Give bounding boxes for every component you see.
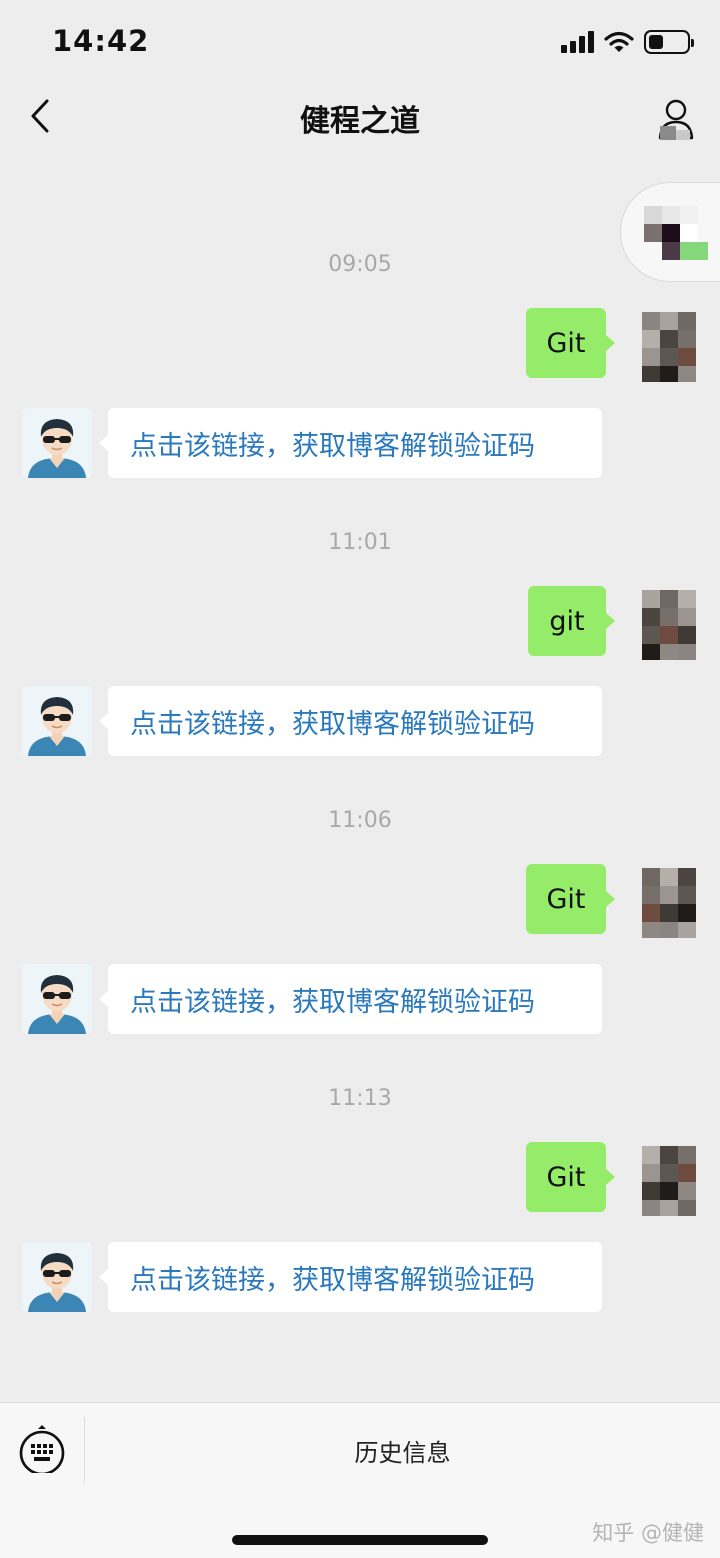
- sent-message-bubble[interactable]: Git: [526, 864, 615, 934]
- received-link-message[interactable]: 点击该链接，获取博客解锁验证码: [99, 1242, 602, 1312]
- sent-message-bubble[interactable]: git: [528, 586, 615, 656]
- nav-bar: 健程之道: [0, 88, 720, 144]
- received-link-message[interactable]: 点击该链接，获取博客解锁验证码: [99, 964, 602, 1034]
- cartoon-avatar-icon: [22, 686, 92, 756]
- sent-message-bubble[interactable]: Git: [526, 308, 615, 378]
- home-indicator: [232, 1535, 488, 1545]
- cartoon-avatar-icon: [22, 408, 92, 478]
- bot-avatar[interactable]: [22, 1242, 92, 1312]
- signal-icon: [561, 31, 594, 53]
- message-timestamp: 11:13: [328, 1086, 392, 1111]
- keyboard-icon: [19, 1425, 65, 1476]
- chat-title: 健程之道: [300, 104, 420, 139]
- message-timestamp: 09:05: [328, 252, 392, 277]
- cartoon-avatar-icon: [22, 964, 92, 1034]
- sent-message-bubble[interactable]: Git: [526, 1142, 615, 1212]
- message-timestamp: 11:06: [328, 808, 392, 833]
- keyboard-button[interactable]: [18, 1425, 66, 1476]
- received-link-message[interactable]: 点击该链接，获取博客解锁验证码: [99, 408, 602, 478]
- my-avatar[interactable]: [642, 868, 698, 938]
- status-bar: 14:42: [0, 0, 720, 88]
- bot-avatar[interactable]: [22, 964, 92, 1034]
- received-link-message[interactable]: 点击该链接，获取博客解锁验证码: [99, 686, 602, 756]
- my-avatar[interactable]: [642, 590, 698, 660]
- my-avatar[interactable]: [642, 1146, 698, 1216]
- profile-button[interactable]: [656, 96, 696, 142]
- bot-avatar[interactable]: [22, 408, 92, 478]
- wifi-icon: [604, 31, 634, 52]
- bottom-bar: 历史信息 知乎 @健健: [0, 1402, 720, 1558]
- profile-icon: [658, 99, 694, 140]
- bot-avatar[interactable]: [22, 686, 92, 756]
- battery-icon: [644, 30, 694, 54]
- status-time: 14:42: [52, 24, 150, 58]
- cartoon-avatar-icon: [22, 1242, 92, 1312]
- message-timestamp: 11:01: [328, 530, 392, 555]
- status-icons: [561, 30, 694, 54]
- history-messages-button[interactable]: 历史信息: [85, 1417, 720, 1483]
- watermark: 知乎 @健健: [592, 1521, 704, 1545]
- my-avatar[interactable]: [642, 312, 698, 382]
